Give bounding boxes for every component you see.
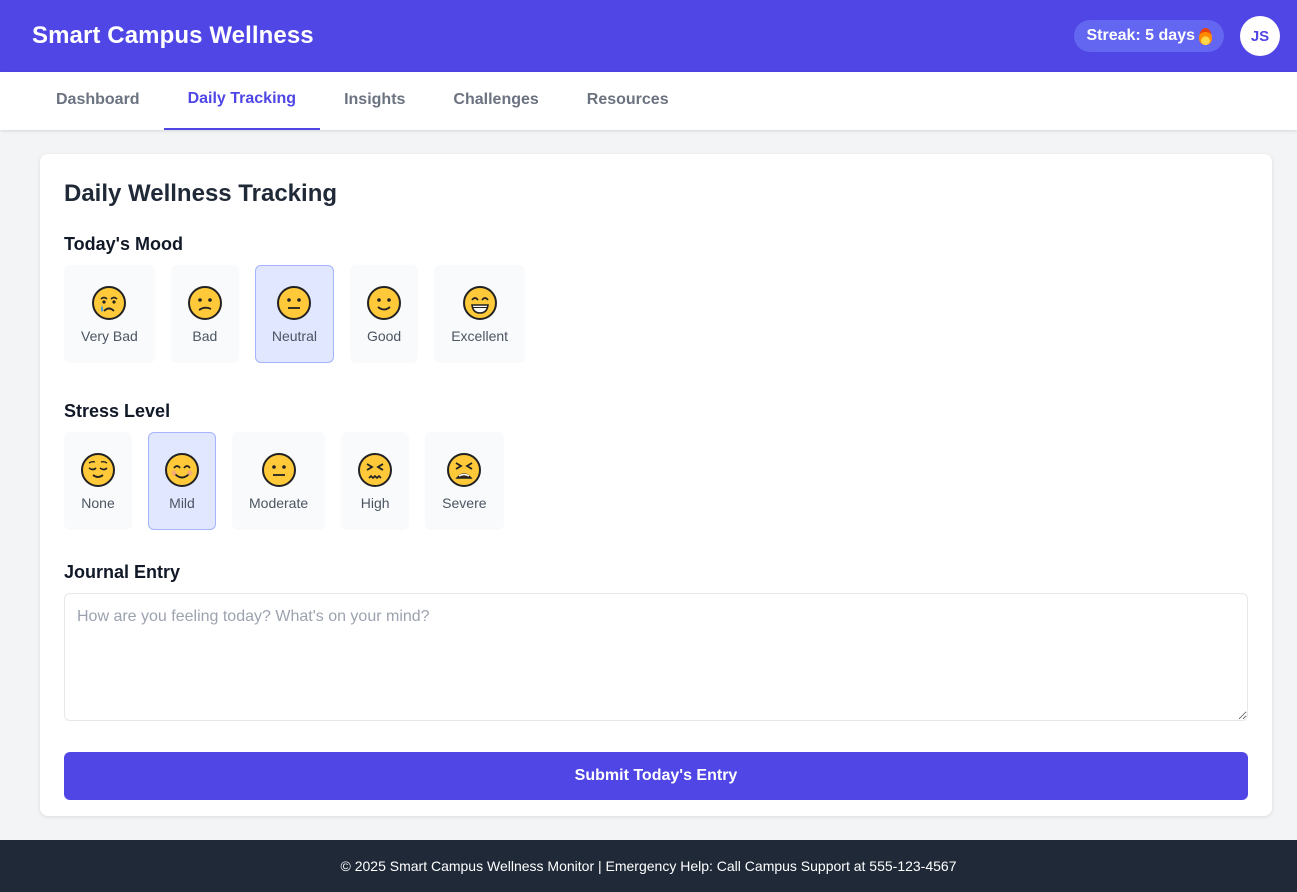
tab-insights[interactable]: Insights (320, 72, 429, 130)
smiling-face-icon (165, 453, 199, 487)
tab-dashboard[interactable]: Dashboard (32, 72, 164, 130)
streak-badge: Streak: 5 days (1074, 20, 1224, 52)
mood-option-label: Very Bad (81, 328, 138, 344)
mood-options: Very Bad Bad Neutral Good Excellent (64, 265, 1248, 363)
mood-option-excellent[interactable]: Excellent (434, 265, 526, 363)
stress-option-label: Moderate (249, 495, 309, 511)
page-title: Daily Wellness Tracking (64, 180, 338, 207)
mood-option-bad[interactable]: Bad (170, 265, 239, 363)
stress-option-severe[interactable]: Severe (425, 432, 504, 530)
mood-option-label: Bad (192, 328, 218, 344)
stress-option-label: High (360, 495, 390, 511)
stress-options: None Mild Moderate High Severe (64, 432, 1248, 530)
confused-face-icon (187, 286, 222, 320)
avatar[interactable]: JS (1240, 16, 1280, 56)
mood-label: Today's Mood (64, 234, 183, 254)
stress-option-moderate[interactable]: Moderate (232, 432, 326, 530)
header-right: Streak: 5 days JS (1074, 16, 1280, 56)
relieved-face-icon (81, 453, 115, 487)
submit-entry-button[interactable]: Submit Today's Entry (64, 752, 1248, 800)
crying-face-icon (92, 286, 127, 320)
journal-label: Journal Entry (64, 562, 181, 582)
footer: © 2025 Smart Campus Wellness Monitor | E… (0, 840, 1297, 892)
tab-resources[interactable]: Resources (563, 72, 693, 130)
footer-text: © 2025 Smart Campus Wellness Monitor | E… (340, 858, 957, 874)
app-header: Smart Campus Wellness Streak: 5 days JS (0, 0, 1297, 72)
mood-option-neutral[interactable]: Neutral (254, 265, 334, 363)
stress-option-label: Mild (169, 495, 195, 511)
tired-face-icon (447, 453, 482, 487)
tab-daily-tracking[interactable]: Daily Tracking (163, 72, 321, 130)
streak-label: Streak: 5 days (1086, 27, 1195, 44)
grinning-face-icon (462, 286, 497, 320)
stress-label: Stress Level (64, 401, 171, 421)
persevering-face-icon (358, 453, 393, 487)
tracking-card: Daily Wellness Tracking Today's Mood Ver… (40, 154, 1272, 816)
mood-option-label: Neutral (271, 328, 317, 344)
stress-option-label: Severe (442, 495, 487, 511)
stress-option-mild[interactable]: Mild (148, 432, 216, 530)
app-title: Smart Campus Wellness (32, 22, 314, 49)
neutral-face-icon (277, 286, 312, 320)
neutral-face-icon (261, 453, 296, 487)
mood-option-good[interactable]: Good (349, 265, 419, 363)
main-nav: Dashboard Daily Tracking Insights Challe… (0, 72, 1297, 130)
stress-option-none[interactable]: None (64, 432, 132, 530)
slightly-smiling-face-icon (367, 286, 402, 320)
mood-option-very-bad[interactable]: Very Bad (64, 265, 155, 363)
tab-challenges[interactable]: Challenges (429, 72, 562, 130)
stress-option-label: None (81, 495, 115, 511)
mood-option-label: Excellent (451, 328, 509, 344)
mood-option-label: Good (366, 328, 402, 344)
journal-textarea[interactable] (64, 593, 1248, 721)
stress-option-high[interactable]: High (341, 432, 410, 530)
fire-icon (1199, 27, 1212, 45)
